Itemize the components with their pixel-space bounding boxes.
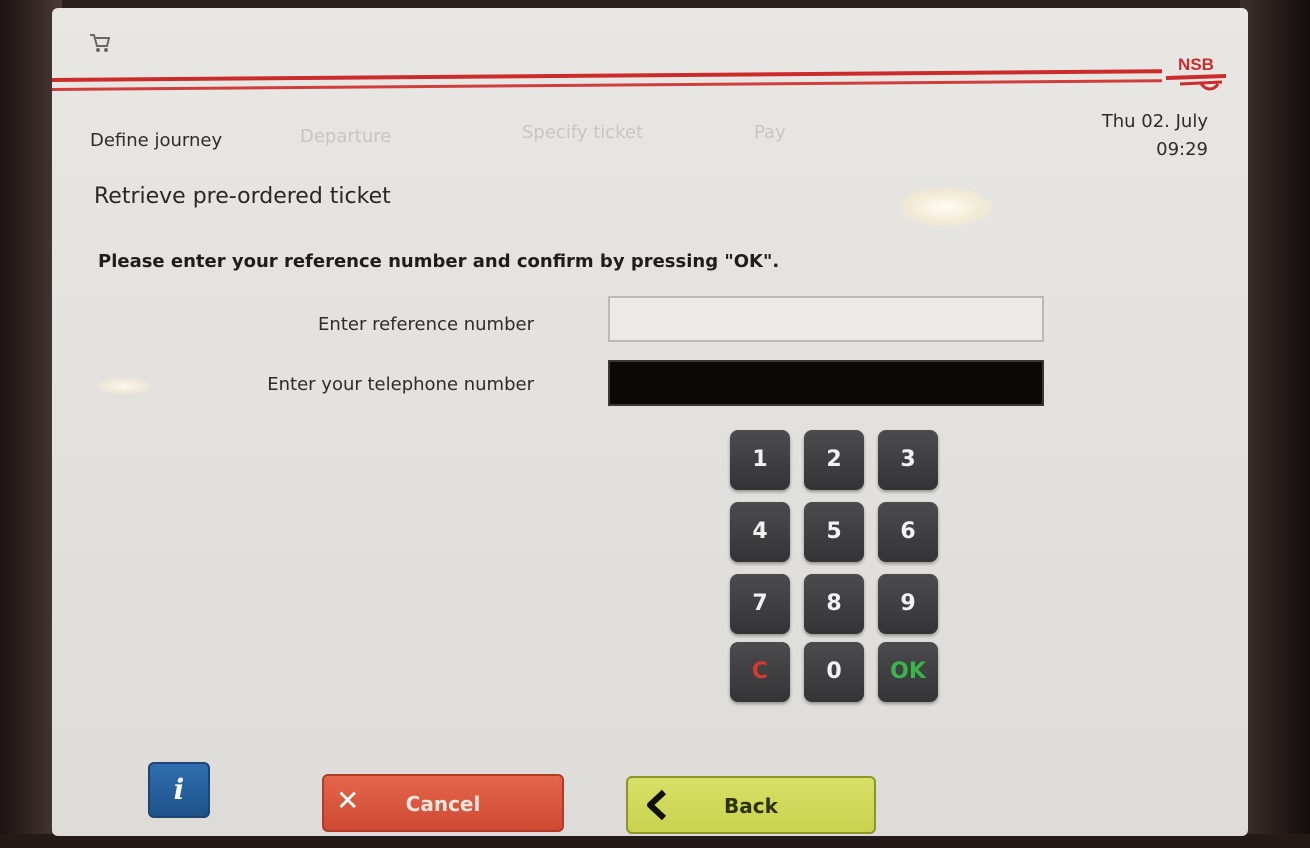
progress-steps: Define journey Departure Specify ticket … xyxy=(90,122,810,160)
keypad-key-3[interactable]: 3 xyxy=(878,430,938,490)
cancel-button-label: Cancel xyxy=(405,792,481,816)
telephone-number-input[interactable] xyxy=(608,360,1044,406)
current-time: 09:29 xyxy=(1156,139,1208,160)
step-specify-ticket: Specify ticket xyxy=(522,122,644,143)
telephone-number-label: Enter your telephone number xyxy=(267,374,534,395)
keypad-key-6[interactable]: 6 xyxy=(878,502,938,562)
kiosk-bezel-bottom xyxy=(0,834,1310,848)
keypad-key-1[interactable]: 1 xyxy=(730,430,790,490)
reference-number-label: Enter reference number xyxy=(318,314,534,335)
shopping-cart-icon[interactable] xyxy=(88,32,112,54)
step-define-journey: Define journey xyxy=(90,130,223,151)
step-pay: Pay xyxy=(754,122,786,143)
nsb-logo-text: NSB xyxy=(1178,55,1214,74)
keypad-key-4[interactable]: 4 xyxy=(730,502,790,562)
back-button[interactable]: Back xyxy=(626,776,876,834)
page-title: Retrieve pre-ordered ticket xyxy=(94,184,391,209)
header-red-stripe-thin xyxy=(52,79,1162,91)
keypad-key-2[interactable]: 2 xyxy=(804,430,864,490)
keypad-key-5[interactable]: 5 xyxy=(804,502,864,562)
instruction-text: Please enter your reference number and c… xyxy=(98,251,780,272)
step-departure: Departure xyxy=(300,126,392,147)
keypad-key-8[interactable]: 8 xyxy=(804,574,864,634)
date-time: Thu 02. July 09:29 xyxy=(1102,108,1208,164)
keypad-key-7[interactable]: 7 xyxy=(730,574,790,634)
kiosk-bezel-right xyxy=(1240,0,1310,848)
keypad-ok-button[interactable]: OK xyxy=(878,642,938,702)
reference-number-input[interactable] xyxy=(608,296,1044,342)
cancel-button[interactable]: ✕ Cancel xyxy=(322,774,564,832)
keypad-clear-button[interactable]: C xyxy=(730,642,790,702)
light-glare xyxy=(900,188,992,226)
info-icon: i xyxy=(173,773,185,806)
light-glare-small xyxy=(98,378,150,394)
keypad-key-9[interactable]: 9 xyxy=(878,574,938,634)
nsb-logo: NSB xyxy=(1165,55,1227,91)
kiosk-screen: NSB Define journey Departure Specify tic… xyxy=(52,8,1248,836)
keypad-key-0[interactable]: 0 xyxy=(804,642,864,702)
current-date: Thu 02. July xyxy=(1101,111,1208,132)
info-button[interactable]: i xyxy=(148,762,210,818)
back-button-label: Back xyxy=(724,794,778,818)
